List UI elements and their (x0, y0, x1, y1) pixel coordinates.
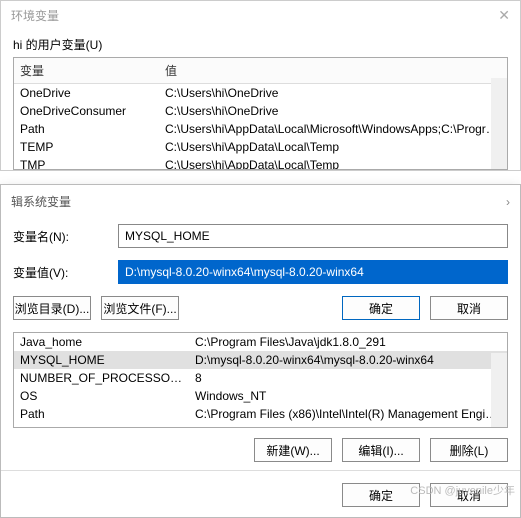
cell-name: TEMP (14, 139, 159, 155)
new-button[interactable]: 新建(W)... (254, 438, 332, 462)
cell-name: Java_home (14, 334, 189, 350)
table-row[interactable]: OneDriveC:\Users\hi\OneDrive (14, 84, 507, 102)
titlebar: 环境变量 ✕ (1, 1, 520, 30)
ok-button[interactable]: 确定 (342, 483, 420, 507)
table-row[interactable]: NUMBER_OF_PROCESSORS8 (14, 369, 507, 387)
table-header: 变量 值 (14, 58, 507, 84)
table-row[interactable]: OneDriveConsumerC:\Users\hi\OneDrive (14, 102, 507, 120)
table-row[interactable]: TMPC:\Users\hi\AppData\Local\Temp (14, 156, 507, 169)
var-name-row: 变量名(N): MYSQL_HOME (1, 218, 520, 254)
close-icon[interactable]: ✕ (498, 7, 510, 24)
cell-value: C:\Users\hi\OneDrive (159, 85, 507, 101)
cell-value: D:\mysql-8.0.20-winx64\mysql-8.0.20-winx… (189, 352, 507, 368)
col-value[interactable]: 值 (159, 58, 507, 83)
chevron-right-icon[interactable]: › (506, 195, 510, 209)
cell-value: C:\Program Files (x86)\Intel\Intel(R) Ma… (189, 406, 507, 422)
edit-var-dialog: 辑系统变量 › 变量名(N): MYSQL_HOME 变量值(V): D:\my… (0, 184, 521, 518)
cell-value: C:\Program Files\Java\jdk1.8.0_291 (189, 334, 507, 350)
scrollbar[interactable] (491, 353, 507, 427)
cell-value: C:\Users\hi\AppData\Local\Microsoft\Wind… (159, 121, 507, 137)
user-vars-label: hi 的用户变量(U) (1, 30, 520, 57)
cell-name: MYSQL_HOME (14, 352, 189, 368)
system-vars-table[interactable]: Java_homeC:\Program Files\Java\jdk1.8.0_… (13, 332, 508, 428)
col-name[interactable]: 变量 (14, 58, 159, 83)
table-row[interactable]: Java_homeC:\Program Files\Java\jdk1.8.0_… (14, 333, 507, 351)
table-row[interactable]: MYSQL_HOMED:\mysql-8.0.20-winx64\mysql-8… (14, 351, 507, 369)
cell-value: C:\Users\hi\AppData\Local\Temp (159, 139, 507, 155)
delete-button[interactable]: 删除(L) (430, 438, 508, 462)
cell-value: 8 (189, 370, 507, 386)
cell-name: Path (14, 121, 159, 137)
cell-value: C:\Users\hi\AppData\Local\Temp (159, 157, 507, 169)
browse-dir-button[interactable]: 浏览目录(D)... (13, 296, 91, 320)
browse-file-button[interactable]: 浏览文件(F)... (101, 296, 179, 320)
table-row[interactable]: PathC:\Users\hi\AppData\Local\Microsoft\… (14, 120, 507, 138)
var-value-input[interactable]: D:\mysql-8.0.20-winx64\mysql-8.0.20-winx… (118, 260, 508, 284)
dialog-title: 环境变量 (11, 7, 59, 24)
env-vars-dialog: 环境变量 ✕ hi 的用户变量(U) 变量 值 OneDriveC:\Users… (0, 0, 521, 171)
edit-cancel-button[interactable]: 取消 (430, 296, 508, 320)
table-row[interactable]: OSWindows_NT (14, 387, 507, 405)
cell-name: Path (14, 406, 189, 422)
var-name-label: 变量名(N): (13, 228, 108, 245)
scrollbar[interactable] (491, 78, 507, 169)
cell-name: PATHEXT (14, 424, 189, 428)
var-value-row: 变量值(V): D:\mysql-8.0.20-winx64\mysql-8.0… (1, 254, 520, 290)
cell-name: NUMBER_OF_PROCESSORS (14, 370, 189, 386)
cell-value: Windows_NT (189, 388, 507, 404)
cell-name: OneDriveConsumer (14, 103, 159, 119)
edit-buttons-row: 浏览目录(D)... 浏览文件(F)... 确定 取消 (1, 290, 520, 326)
watermark: CSDN @juvenile少年 (410, 482, 515, 498)
edit-dialog-title: 辑系统变量 (11, 193, 71, 210)
sys-buttons-row: 新建(W)... 编辑(I)... 删除(L) (1, 432, 520, 468)
cell-value: .COM;.EXE;.BAT;.CMD;.VBS;.VBE;.JS;.JSE;.… (189, 424, 507, 428)
cell-value: C:\Users\hi\OneDrive (159, 103, 507, 119)
var-name-input[interactable]: MYSQL_HOME (118, 224, 508, 248)
table-row[interactable]: PathC:\Program Files (x86)\Intel\Intel(R… (14, 405, 507, 423)
edit-ok-button[interactable]: 确定 (342, 296, 420, 320)
var-value-label: 变量值(V): (13, 264, 108, 281)
table-row[interactable]: TEMPC:\Users\hi\AppData\Local\Temp (14, 138, 507, 156)
cell-name: OS (14, 388, 189, 404)
cell-name: TMP (14, 157, 159, 169)
edit-button[interactable]: 编辑(I)... (342, 438, 420, 462)
user-vars-table[interactable]: 变量 值 OneDriveC:\Users\hi\OneDriveOneDriv… (13, 57, 508, 170)
table-row[interactable]: PATHEXT.COM;.EXE;.BAT;.CMD;.VBS;.VBE;.JS… (14, 423, 507, 428)
edit-dialog-titlebar: 辑系统变量 › (1, 185, 520, 218)
cell-name: OneDrive (14, 85, 159, 101)
